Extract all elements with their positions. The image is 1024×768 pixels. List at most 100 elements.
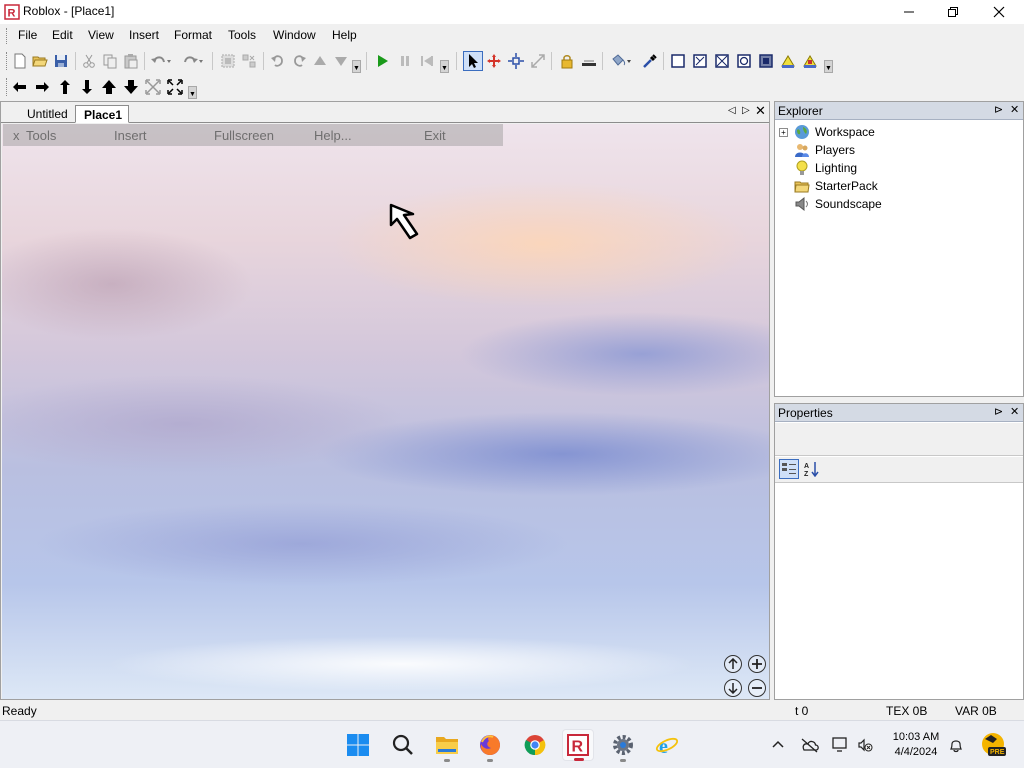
anchor-button[interactable]: [579, 51, 599, 71]
maximize-button[interactable]: [930, 0, 976, 24]
tray-onedrive[interactable]: [800, 735, 820, 755]
tab-place1[interactable]: Place1: [75, 105, 130, 123]
menu-insert[interactable]: Insert: [129, 28, 159, 42]
tree-item-starterpack[interactable]: StarterPack: [779, 177, 878, 195]
taskbar-firefox[interactable]: [474, 729, 506, 762]
group-button[interactable]: [218, 51, 238, 71]
toolbar-grip[interactable]: [6, 52, 9, 70]
ingame-insert-button[interactable]: Insert: [114, 128, 147, 143]
paste-button[interactable]: [121, 51, 141, 71]
close-tab-icon[interactable]: ✕: [755, 103, 766, 119]
menu-grip[interactable]: [6, 28, 9, 44]
minimize-button[interactable]: [886, 0, 932, 24]
undo-button[interactable]: [148, 51, 174, 71]
close-icon[interactable]: ✕: [1010, 406, 1019, 419]
pan-left-button[interactable]: [10, 77, 30, 97]
toolbar-grip[interactable]: [6, 78, 9, 96]
tilt-down-button[interactable]: [77, 77, 97, 97]
move-down-button[interactable]: [331, 51, 351, 71]
camera-tilt-up-button[interactable]: [724, 655, 742, 673]
ingame-fullscreen-button[interactable]: Fullscreen: [214, 128, 274, 143]
move-tool-button[interactable]: [506, 51, 526, 71]
pause-button[interactable]: [395, 51, 415, 71]
tree-item-soundscape[interactable]: Soundscape: [779, 195, 882, 213]
tilt-up-button[interactable]: [55, 77, 75, 97]
tab-scroll-left-icon[interactable]: ◁: [728, 105, 736, 116]
tab-scroll-right-icon[interactable]: ▷: [742, 105, 750, 116]
surface-smooth-button[interactable]: [668, 51, 688, 71]
resize-tool-button[interactable]: [528, 51, 548, 71]
surface-glue-button[interactable]: [690, 51, 710, 71]
toolbar-overflow-button[interactable]: ▼: [188, 86, 197, 99]
surface-weld-button[interactable]: [712, 51, 732, 71]
taskbar-file-explorer[interactable]: [431, 729, 463, 762]
surface-inlet-button[interactable]: [756, 51, 776, 71]
toolbar-overflow-button[interactable]: ▼: [440, 60, 449, 73]
redo-button[interactable]: [180, 51, 206, 71]
rotate-left-button[interactable]: [268, 51, 288, 71]
alphabetical-sort-button[interactable]: AZ: [801, 459, 821, 479]
3d-viewport[interactable]: x Tools Insert Fullscreen Help... Exit: [2, 124, 769, 699]
paint-bucket-button[interactable]: [608, 51, 634, 71]
lock-button[interactable]: [557, 51, 577, 71]
taskbar-chrome[interactable]: [519, 729, 551, 761]
camera-zoom-out-button[interactable]: [748, 679, 766, 697]
pin-icon[interactable]: ⊳: [994, 104, 1003, 117]
toolbar-overflow-button[interactable]: ▼: [352, 60, 361, 73]
tree-item-workspace[interactable]: + Workspace: [779, 123, 875, 141]
categorized-sort-button[interactable]: [779, 459, 799, 479]
pan-right-button[interactable]: [32, 77, 52, 97]
ingame-close-button[interactable]: x: [13, 128, 20, 143]
zoom-out-arrow-button[interactable]: [121, 77, 141, 97]
menu-window[interactable]: Window: [273, 28, 316, 42]
new-file-button[interactable]: [10, 51, 30, 71]
ingame-exit-button[interactable]: Exit: [424, 128, 446, 143]
tray-network[interactable]: [831, 735, 851, 755]
play-button[interactable]: [372, 51, 392, 71]
move-up-button[interactable]: [310, 51, 330, 71]
copy-button[interactable]: [100, 51, 120, 71]
tray-overflow-button[interactable]: [768, 735, 788, 755]
zoom-extents-button[interactable]: [143, 77, 163, 97]
toolbar-overflow-button[interactable]: ▼: [824, 60, 833, 73]
close-button[interactable]: [976, 0, 1022, 24]
menu-edit[interactable]: Edit: [52, 28, 73, 42]
tray-pre-badge[interactable]: PRE: [980, 731, 1006, 757]
tree-item-lighting[interactable]: Lighting: [779, 159, 857, 177]
tray-volume[interactable]: [855, 735, 875, 755]
menu-help[interactable]: Help: [332, 28, 357, 42]
expand-icon[interactable]: +: [779, 127, 788, 137]
drag-tool-button[interactable]: [484, 51, 504, 71]
tree-item-players[interactable]: Players: [779, 141, 855, 159]
open-button[interactable]: [30, 51, 50, 71]
reset-button[interactable]: [417, 51, 437, 71]
system-clock[interactable]: 10:03 AM 4/4/2024: [886, 730, 946, 760]
zoom-in-arrow-button[interactable]: [99, 77, 119, 97]
surface-studs-button[interactable]: [734, 51, 754, 71]
select-tool-button[interactable]: [463, 51, 483, 71]
pin-icon[interactable]: ⊳: [994, 406, 1003, 419]
camera-zoom-in-button[interactable]: [748, 655, 766, 673]
save-button[interactable]: [51, 51, 71, 71]
menu-view[interactable]: View: [88, 28, 114, 42]
surface-hinge-button[interactable]: [778, 51, 798, 71]
menu-format[interactable]: Format: [174, 28, 212, 42]
ungroup-button[interactable]: [239, 51, 259, 71]
close-icon[interactable]: ✕: [1010, 104, 1019, 117]
menu-file[interactable]: File: [18, 28, 37, 42]
taskbar-internet-explorer[interactable]: e: [651, 729, 683, 761]
start-button[interactable]: [342, 729, 374, 761]
tab-untitled[interactable]: Untitled: [19, 105, 74, 123]
cut-button[interactable]: [79, 51, 99, 71]
ingame-tools-button[interactable]: Tools: [26, 128, 56, 143]
ingame-help-button[interactable]: Help...: [314, 128, 352, 143]
taskbar-search-button[interactable]: [387, 729, 419, 761]
rotate-right-button[interactable]: [289, 51, 309, 71]
tray-notifications[interactable]: [946, 735, 966, 755]
taskbar-settings[interactable]: [607, 729, 639, 762]
menu-tools[interactable]: Tools: [228, 28, 256, 42]
taskbar-roblox[interactable]: R: [562, 729, 594, 761]
fullscreen-button[interactable]: [165, 77, 185, 97]
dropper-button[interactable]: [640, 51, 660, 71]
camera-tilt-down-button[interactable]: [724, 679, 742, 697]
